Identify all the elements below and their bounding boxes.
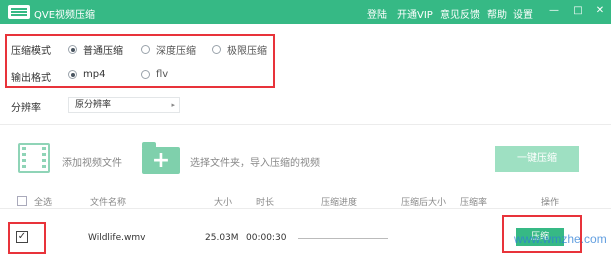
add-video-button[interactable]: 添加视频文件 xyxy=(62,154,122,169)
radio-dot xyxy=(141,45,150,54)
help-link[interactable]: 帮助 xyxy=(487,6,507,21)
file-duration: 00:00:30 xyxy=(246,233,287,243)
film-icon[interactable] xyxy=(18,143,50,173)
compress-progress-bar xyxy=(298,238,388,239)
radio-label: flv xyxy=(156,69,169,80)
radio-label: 普通压缩 xyxy=(83,46,123,57)
radio-deep-compress[interactable]: 深度压缩 xyxy=(141,42,196,57)
resolution-select[interactable]: 原分辨率 ▸ xyxy=(68,97,180,113)
minimize-icon[interactable]: — xyxy=(547,4,561,18)
column-header-progress: 压缩进度 xyxy=(321,198,358,208)
title-bar: QVE视频压缩 登陆 开通VIP 意见反馈 帮助 设置 — □ ✕ xyxy=(0,0,611,24)
compress-all-button[interactable]: 一键压缩 xyxy=(495,146,579,172)
login-link[interactable]: 登陆 xyxy=(367,6,387,21)
folder-plus-icon[interactable]: + xyxy=(142,142,180,174)
compress-mode-label: 压缩模式 xyxy=(11,46,51,57)
radio-dot xyxy=(141,70,150,79)
radio-normal-compress[interactable]: 普通压缩 xyxy=(68,42,123,57)
app-title: QVE视频压缩 xyxy=(34,10,96,21)
radio-dot xyxy=(68,45,77,54)
select-all-label: 全选 xyxy=(34,198,53,208)
column-header-action: 操作 xyxy=(541,198,560,208)
column-header-name: 文件名称 xyxy=(90,198,127,208)
radio-mp4[interactable]: mp4 xyxy=(68,69,105,80)
resolution-value: 原分辨率 xyxy=(75,100,112,110)
vip-link[interactable]: 开通VIP xyxy=(397,6,433,21)
radio-extreme-compress[interactable]: 极限压缩 xyxy=(212,42,267,57)
chevron-down-icon: ▸ xyxy=(171,101,175,109)
radio-dot xyxy=(68,70,77,79)
column-header-ratio: 压缩率 xyxy=(460,198,488,208)
column-header-size: 大小 xyxy=(214,198,233,208)
file-name: Wildlife.wmv xyxy=(88,233,146,243)
feedback-link[interactable]: 意见反馈 xyxy=(440,6,480,21)
close-icon[interactable]: ✕ xyxy=(593,4,607,18)
divider xyxy=(0,124,611,125)
radio-label: 深度压缩 xyxy=(156,46,196,57)
radio-dot xyxy=(212,45,221,54)
maximize-icon[interactable]: □ xyxy=(571,4,585,18)
column-header-compressed-size: 压缩后大小 xyxy=(401,198,447,208)
radio-flv[interactable]: flv xyxy=(141,69,168,80)
file-size: 25.03M xyxy=(205,233,239,243)
column-header-duration: 时长 xyxy=(256,198,275,208)
watermark: www.wmzhe.com xyxy=(514,232,607,246)
radio-label: mp4 xyxy=(83,69,106,80)
settings-link[interactable]: 设置 xyxy=(513,6,533,21)
app-logo-icon xyxy=(8,5,30,19)
output-format-label: 输出格式 xyxy=(11,73,51,84)
row-checkbox[interactable]: ✓ xyxy=(16,231,28,243)
add-folder-button[interactable]: 选择文件夹，导入压缩的视频 xyxy=(190,154,320,169)
resolution-label: 分辨率 xyxy=(11,103,41,114)
radio-label: 极限压缩 xyxy=(227,46,267,57)
select-all-checkbox[interactable] xyxy=(17,196,27,206)
